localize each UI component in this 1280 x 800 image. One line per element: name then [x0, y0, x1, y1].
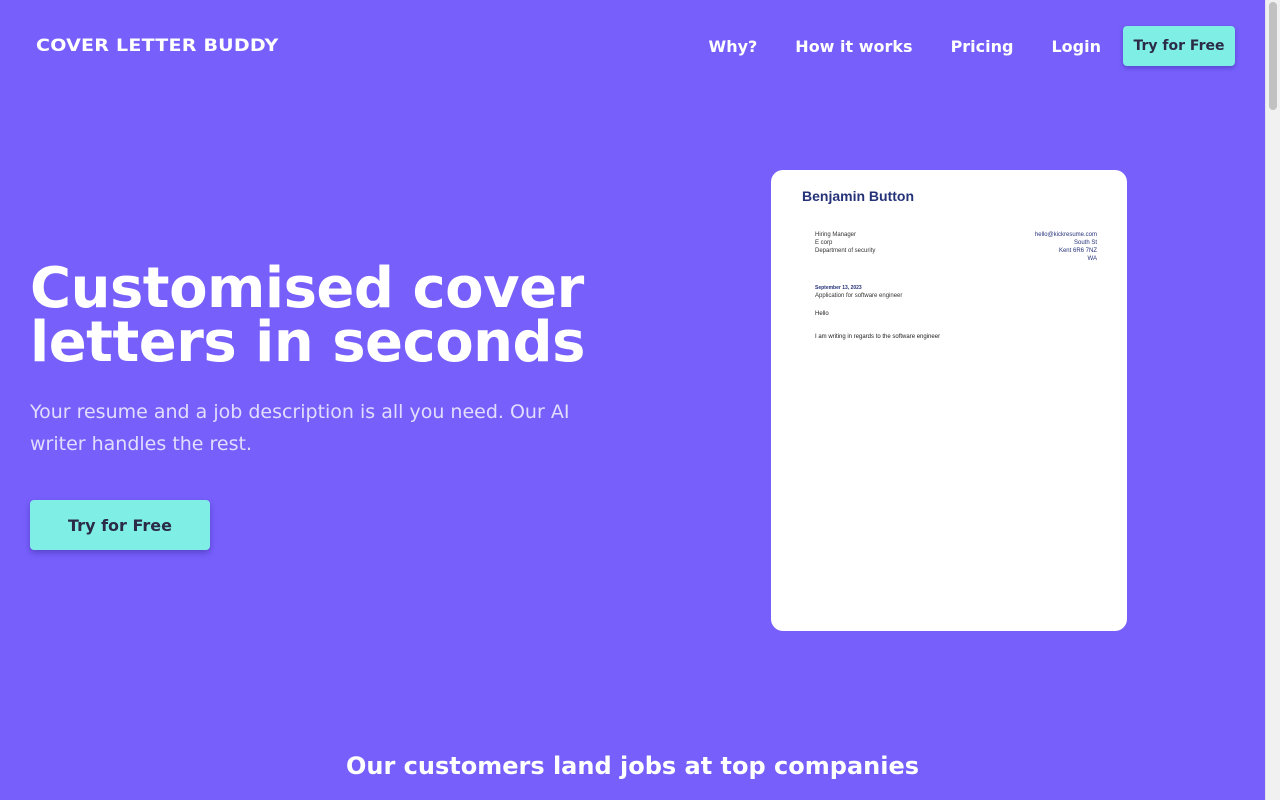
letter-sender-line: WA — [1087, 256, 1097, 262]
letter-recipient-block: Hiring Manager E corp Department of secu… — [815, 231, 875, 255]
nav-link-why[interactable]: Why? — [709, 37, 758, 56]
letter-recipient-line: Hiring Manager — [815, 232, 857, 238]
letter-recipient-line: Department of security — [815, 248, 876, 254]
letter-date: September 13, 2023 — [815, 285, 862, 291]
letter-sender-name: Benjamin Button — [802, 188, 914, 204]
nav-link-how-it-works[interactable]: How it works — [795, 37, 912, 56]
letter-sender-line: Kent 6R6 7NZ — [1058, 248, 1097, 254]
nav-link-login[interactable]: Login — [1051, 37, 1101, 56]
hero-title: Customised cover letters in seconds — [30, 261, 630, 371]
brand-logo[interactable]: COVER LETTER BUDDY — [36, 36, 279, 56]
letter-recipient-line: E corp — [815, 240, 833, 246]
main-nav: Why? How it works Pricing Login Try for … — [709, 26, 1235, 66]
nav-try-free-button[interactable]: Try for Free — [1123, 26, 1235, 66]
letter-subject: Application for software engineer — [815, 293, 903, 299]
hero-title-line-2: letters in seconds — [30, 310, 585, 375]
nav-link-pricing[interactable]: Pricing — [951, 37, 1014, 56]
landing-page: COVER LETTER BUDDY Why? How it works Pri… — [0, 0, 1265, 800]
cover-letter-preview: Benjamin Button Hiring Manager E corp De… — [771, 170, 1127, 631]
scrollbar-thumb[interactable] — [1269, 2, 1277, 110]
hero-try-free-button[interactable]: Try for Free — [30, 500, 210, 550]
hero-subtitle: Your resume and a job description is all… — [30, 401, 570, 455]
customers-heading: Our customers land jobs at top companies — [345, 752, 920, 780]
page-scrollbar[interactable] — [1265, 0, 1280, 800]
letter-greeting: Hello — [815, 311, 829, 317]
letter-body: I am writing in regards to the software … — [815, 334, 941, 340]
letter-sender-line: South St — [1073, 240, 1097, 246]
letter-sender-line: hello@kickresume.com — [1034, 232, 1097, 238]
letter-sender-block: hello@kickresume.com South St Kent 6R6 7… — [1035, 231, 1097, 263]
